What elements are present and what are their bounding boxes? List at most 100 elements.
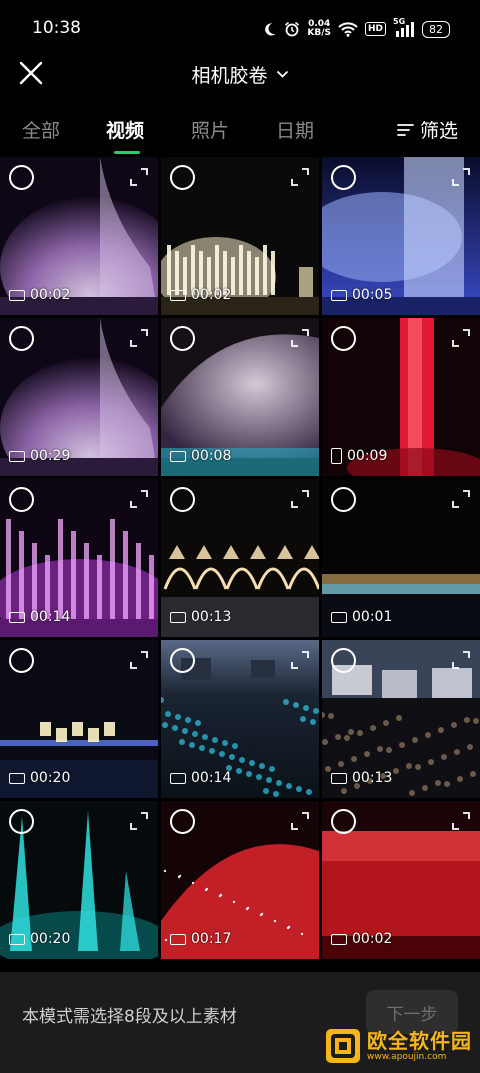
video-icon bbox=[9, 450, 25, 462]
wifi-icon bbox=[338, 21, 358, 37]
video-thumbnail[interactable]: 00:05 bbox=[322, 157, 480, 315]
net-speed: 0.04 KB/S bbox=[307, 19, 331, 38]
video-thumbnail[interactable]: 00:14 bbox=[0, 479, 158, 637]
tab-date[interactable]: 日期 bbox=[276, 116, 314, 143]
expand-icon[interactable] bbox=[450, 166, 472, 188]
page-title: 相机胶卷 bbox=[191, 64, 268, 87]
select-checkbox[interactable] bbox=[170, 809, 195, 834]
expand-icon[interactable] bbox=[450, 810, 472, 832]
video-duration: 00:02 bbox=[170, 287, 231, 303]
expand-icon[interactable] bbox=[289, 488, 311, 510]
hd-badge: HD bbox=[364, 22, 386, 36]
video-icon bbox=[331, 611, 347, 623]
watermark: 欧全软件园 www.apoujin.com bbox=[325, 1026, 472, 1066]
select-checkbox[interactable] bbox=[9, 326, 34, 351]
alarm-icon bbox=[285, 21, 300, 37]
video-duration: 00:13 bbox=[331, 770, 392, 786]
filter-label: 筛选 bbox=[419, 120, 458, 142]
select-checkbox[interactable] bbox=[170, 648, 195, 673]
watermark-url: www.apoujin.com bbox=[367, 1052, 447, 1062]
video-thumbnail[interactable]: 00:20 bbox=[0, 801, 158, 959]
video-icon bbox=[170, 450, 186, 462]
video-duration: 00:01 bbox=[331, 609, 392, 625]
video-thumbnail[interactable]: 00:09 bbox=[322, 318, 480, 476]
filter-icon bbox=[397, 123, 414, 136]
expand-icon[interactable] bbox=[450, 649, 472, 671]
select-checkbox[interactable] bbox=[331, 326, 356, 351]
video-duration: 00:14 bbox=[170, 770, 231, 786]
active-tab-indicator bbox=[114, 151, 140, 154]
video-icon bbox=[9, 611, 25, 623]
video-icon bbox=[331, 289, 347, 301]
select-checkbox[interactable] bbox=[331, 648, 356, 673]
video-duration: 00:20 bbox=[9, 770, 70, 786]
select-checkbox[interactable] bbox=[9, 648, 34, 673]
video-thumbnail[interactable]: 00:01 bbox=[322, 479, 480, 637]
video-icon bbox=[170, 611, 186, 623]
expand-icon[interactable] bbox=[128, 810, 150, 832]
video-duration: 00:08 bbox=[170, 448, 231, 464]
video-thumbnail[interactable]: 00:13 bbox=[322, 640, 480, 798]
video-icon bbox=[331, 933, 347, 945]
video-thumbnail[interactable]: 00:14 bbox=[161, 640, 319, 798]
tab-all[interactable]: 全部 bbox=[22, 116, 60, 143]
video-thumbnail[interactable]: 00:29 bbox=[0, 318, 158, 476]
expand-icon[interactable] bbox=[289, 166, 311, 188]
expand-icon[interactable] bbox=[289, 810, 311, 832]
video-duration: 00:02 bbox=[331, 931, 392, 947]
tab-videos[interactable]: 视频 bbox=[106, 116, 144, 143]
select-checkbox[interactable] bbox=[9, 809, 34, 834]
expand-icon[interactable] bbox=[289, 327, 311, 349]
video-icon bbox=[331, 448, 342, 464]
watermark-logo-icon bbox=[326, 1029, 360, 1063]
select-checkbox[interactable] bbox=[170, 165, 195, 190]
video-icon bbox=[9, 933, 25, 945]
media-tabs: 全部 视频 照片 日期 筛选 bbox=[0, 110, 480, 154]
video-duration: 00:02 bbox=[9, 287, 70, 303]
signal-icon: 5G bbox=[393, 17, 415, 37]
status-bar: 10:38 0.04 KB/S HD 5G 82 bbox=[0, 0, 480, 56]
selection-hint: 本模式需选择8段及以上素材 bbox=[22, 1007, 237, 1027]
video-thumbnail[interactable]: 00:02 bbox=[0, 157, 158, 315]
video-icon bbox=[170, 289, 186, 301]
moon-icon bbox=[265, 22, 276, 36]
video-icon bbox=[9, 772, 25, 784]
video-thumbnail[interactable]: 00:13 bbox=[161, 479, 319, 637]
bottom-bar: 本模式需选择8段及以上素材 下一步 欧全软件园 www.apoujin.com bbox=[0, 972, 480, 1073]
battery-indicator: 82 bbox=[422, 20, 450, 38]
expand-icon[interactable] bbox=[450, 327, 472, 349]
video-icon bbox=[170, 933, 186, 945]
expand-icon[interactable] bbox=[128, 488, 150, 510]
select-checkbox[interactable] bbox=[331, 809, 356, 834]
video-duration: 00:13 bbox=[170, 609, 231, 625]
tab-photos[interactable]: 照片 bbox=[191, 116, 229, 143]
expand-icon[interactable] bbox=[128, 327, 150, 349]
expand-icon[interactable] bbox=[128, 166, 150, 188]
status-time: 10:38 bbox=[32, 18, 81, 38]
chevron-down-icon bbox=[276, 70, 288, 78]
select-checkbox[interactable] bbox=[331, 165, 356, 190]
select-checkbox[interactable] bbox=[9, 165, 34, 190]
video-duration: 00:05 bbox=[331, 287, 392, 303]
status-icons: 0.04 KB/S HD 5G 82 bbox=[262, 17, 450, 40]
video-thumbnail[interactable]: 00:08 bbox=[161, 318, 319, 476]
video-duration: 00:14 bbox=[9, 609, 70, 625]
video-thumbnail[interactable]: 00:17 bbox=[161, 801, 319, 959]
video-icon bbox=[170, 772, 186, 784]
video-thumbnail[interactable]: 00:20 bbox=[0, 640, 158, 798]
expand-icon[interactable] bbox=[450, 488, 472, 510]
filter-button[interactable]: 筛选 bbox=[397, 116, 458, 143]
video-thumbnail[interactable]: 00:02 bbox=[161, 157, 319, 315]
select-checkbox[interactable] bbox=[170, 487, 195, 512]
video-duration: 00:29 bbox=[9, 448, 70, 464]
select-checkbox[interactable] bbox=[170, 326, 195, 351]
video-thumbnail[interactable]: 00:02 bbox=[322, 801, 480, 959]
select-checkbox[interactable] bbox=[9, 487, 34, 512]
expand-icon[interactable] bbox=[289, 649, 311, 671]
expand-icon[interactable] bbox=[128, 649, 150, 671]
video-duration: 00:17 bbox=[170, 931, 231, 947]
video-duration: 00:09 bbox=[331, 448, 387, 464]
album-title-dropdown[interactable]: 相机胶卷 bbox=[0, 56, 480, 92]
video-icon bbox=[331, 772, 347, 784]
select-checkbox[interactable] bbox=[331, 487, 356, 512]
